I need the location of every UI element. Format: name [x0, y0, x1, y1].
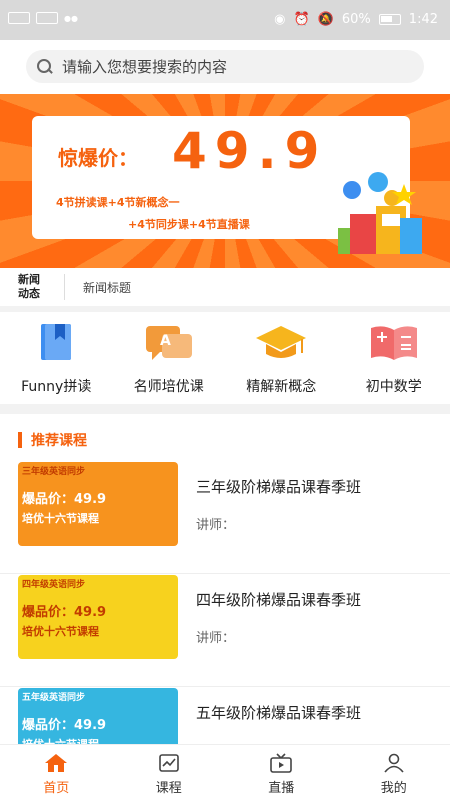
math-book-icon	[370, 326, 417, 360]
mute-icon: 🔕	[317, 12, 334, 27]
tab-label: 首页	[43, 781, 70, 796]
thumb-price: 爆品价：49.9	[22, 605, 107, 620]
home-icon	[45, 754, 68, 772]
graduation-cap-icon	[256, 326, 307, 358]
eye-icon: ◉	[274, 12, 286, 27]
books-balloons-illustration	[338, 172, 422, 254]
status-icons-left: ●●	[8, 12, 78, 24]
bottom-tab-bar: 首页 课程 直播 我的	[0, 744, 450, 800]
news-title[interactable]: 新闻标题	[83, 279, 131, 296]
profile-icon	[384, 753, 404, 773]
thumb-title: 四年级英语同步	[22, 580, 86, 590]
search-bar[interactable]	[26, 50, 424, 83]
tab-label: 我的	[380, 781, 407, 796]
category-label: 精解新概念	[246, 379, 317, 395]
live-tv-icon	[270, 753, 293, 773]
thumb-title: 三年级英语同步	[22, 467, 86, 477]
alarm-icon: ⏰	[293, 12, 310, 27]
category-label: 初中数学	[365, 379, 422, 395]
category-label: 名师培优课	[133, 379, 204, 395]
course-name[interactable]: 五年级阶梯爆品课春季班	[196, 702, 361, 723]
search-icon[interactable]	[36, 58, 54, 76]
status-icons-right: ◉ ⏰ 🔕 60% 1:42	[274, 12, 438, 27]
tab-home[interactable]: 首页	[0, 745, 113, 800]
category-junior-math[interactable]: 初中数学	[338, 312, 450, 404]
promo-banner[interactable]: 惊爆价： 49.9 4节拼读课+4节新概念一 +4节同步课+4节直播课	[0, 94, 450, 268]
recommended-section: 推荐课程 三年级英语同步 爆品价：49.9 培优十六节课程 三年级阶梯爆品课春季…	[0, 414, 450, 744]
tab-label: 课程	[155, 781, 182, 796]
chat-bubble-icon: A	[145, 326, 192, 360]
course-chart-icon	[158, 754, 179, 772]
bookmark-book-icon	[41, 324, 72, 360]
tab-courses[interactable]: 课程	[113, 745, 226, 800]
course-teacher: 讲师：	[196, 631, 236, 646]
course-card[interactable]: 三年级英语同步 爆品价：49.9 培优十六节课程 三年级阶梯爆品课春季班 讲师：	[0, 462, 450, 574]
thumb-title: 五年级英语同步	[22, 693, 86, 703]
wechat-icon: ●●	[64, 13, 78, 23]
divider	[0, 573, 450, 574]
thumb-price: 爆品价：49.9	[22, 718, 107, 733]
promo-label: 惊爆价：	[58, 146, 138, 170]
course-name[interactable]: 三年级阶梯爆品课春季班	[196, 476, 361, 497]
course-thumbnail[interactable]: 四年级英语同步 爆品价：49.9 培优十六节课程	[18, 575, 178, 659]
tab-profile[interactable]: 我的	[338, 745, 450, 800]
course-card[interactable]: 五年级英语同步 爆品价：49.9 培优十六节课程 五年级阶梯爆品课春季班	[0, 688, 450, 744]
category-label: Funny拼读	[21, 379, 92, 395]
sim-signal-icon	[8, 12, 30, 24]
sim2-signal-icon	[36, 12, 58, 24]
course-thumbnail[interactable]: 五年级英语同步 爆品价：49.9 培优十六节课程	[18, 688, 178, 744]
tab-live[interactable]: 直播	[225, 745, 338, 800]
tab-label: 直播	[268, 781, 295, 796]
category-grid: Funny拼读 A 名师培优课 精解新概念 初中数学	[0, 312, 450, 404]
svg-text:A: A	[160, 333, 171, 349]
section-accent-bar	[18, 432, 22, 448]
section-header: 推荐课程	[18, 430, 87, 450]
course-thumbnail[interactable]: 三年级英语同步 爆品价：49.9 培优十六节课程	[18, 462, 178, 546]
thumb-subtitle: 培优十六节课程	[22, 736, 99, 744]
promo-line-2: +4节同步课+4节直播课	[128, 218, 250, 231]
promo-line-1: 4节拼读课+4节新概念一	[56, 196, 180, 209]
clock: 1:42	[408, 12, 438, 27]
news-ticker[interactable]: 新闻动态 新闻标题	[0, 268, 450, 306]
category-teacher-course[interactable]: A 名师培优课	[113, 312, 226, 404]
search-bar-container	[0, 40, 450, 94]
news-divider	[64, 274, 65, 300]
battery-icon	[378, 14, 401, 25]
category-new-concept[interactable]: 精解新概念	[225, 312, 338, 404]
thumb-price: 爆品价：49.9	[22, 492, 107, 507]
divider	[0, 686, 450, 687]
course-card[interactable]: 四年级英语同步 爆品价：49.9 培优十六节课程 四年级阶梯爆品课春季班 讲师：	[0, 575, 450, 687]
battery-percent: 60%	[341, 12, 371, 27]
course-teacher: 讲师：	[196, 518, 236, 533]
news-tag: 新闻动态	[18, 273, 40, 300]
section-title: 推荐课程	[31, 433, 87, 449]
status-bar: ●● ◉ ⏰ 🔕 60% 1:42	[0, 0, 450, 40]
category-funny-phonics[interactable]: Funny拼读	[0, 312, 113, 404]
thumb-subtitle: 培优十六节课程	[22, 625, 99, 638]
thumb-subtitle: 培优十六节课程	[22, 512, 99, 525]
search-input[interactable]	[62, 57, 382, 76]
course-name[interactable]: 四年级阶梯爆品课春季班	[196, 589, 361, 610]
promo-price: 49.9	[172, 122, 328, 180]
